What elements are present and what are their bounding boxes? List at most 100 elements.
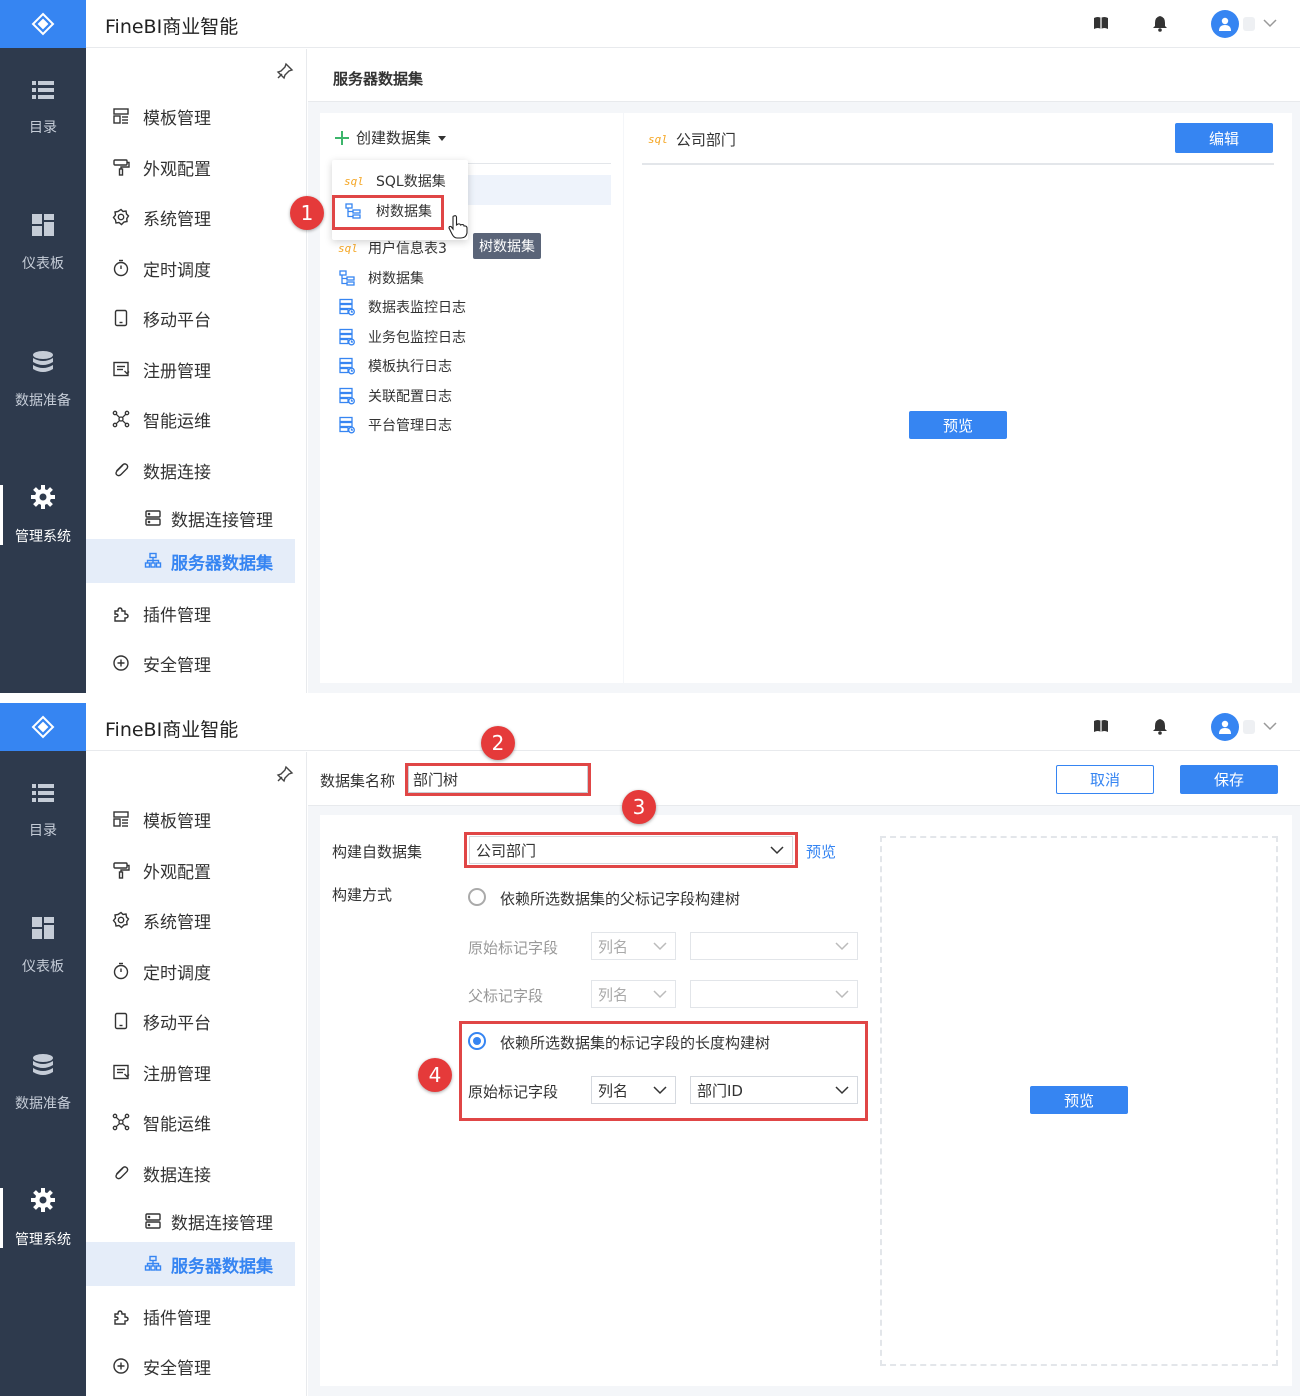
menu-item-4[interactable]: 移动平台 xyxy=(86,999,307,1043)
menu-item-0[interactable]: 模板管理 xyxy=(86,797,307,841)
menu-item-11[interactable]: 安全管理 xyxy=(86,641,307,685)
menu-item-7[interactable]: 数据连接 xyxy=(86,448,307,492)
top-header: FineBI商业智能 xyxy=(86,0,1300,48)
menu-item-8[interactable]: 数据连接管理 xyxy=(86,1199,307,1243)
server-icon xyxy=(143,1211,163,1231)
rail-item-0[interactable]: 目录 xyxy=(0,58,86,158)
menu-item-label: 安全管理 xyxy=(143,655,211,676)
list-icon xyxy=(31,782,55,820)
nav-rail: 目录仪表板数据准备管理系统 xyxy=(0,703,86,1396)
hand-cursor-icon xyxy=(448,215,468,239)
dataset-item[interactable]: 业务包监控日志 xyxy=(338,325,466,349)
username-redacted xyxy=(1243,17,1255,31)
menu-item-2[interactable]: 系统管理 xyxy=(86,195,307,239)
rail-item-2[interactable]: 数据准备 xyxy=(0,1033,86,1133)
menu-item-6[interactable]: 智能运维 xyxy=(86,1100,307,1144)
preview-button[interactable]: 预览 xyxy=(909,411,1007,439)
parent-field-label: 父标记字段 xyxy=(468,987,544,1005)
logo[interactable] xyxy=(0,0,86,48)
divider xyxy=(642,163,1274,165)
menu-item-11[interactable]: 安全管理 xyxy=(86,1344,307,1388)
menu-item-label: 服务器数据集 xyxy=(171,1256,273,1277)
dataset-item[interactable]: 关联配置日志 xyxy=(338,384,452,408)
menu-item-7[interactable]: 数据连接 xyxy=(86,1151,307,1195)
menu-item-4[interactable]: 移动平台 xyxy=(86,296,307,340)
orig-field-label: 原始标记字段 xyxy=(468,939,559,957)
menu-item-label: 插件管理 xyxy=(143,605,211,626)
pin-icon[interactable] xyxy=(276,62,294,80)
edit-button[interactable]: 编辑 xyxy=(1175,123,1273,153)
menu-item-3[interactable]: 定时调度 xyxy=(86,246,307,290)
preview-button[interactable]: 预览 xyxy=(1030,1086,1128,1114)
orig-field-select[interactable] xyxy=(690,932,858,960)
rail-item-label: 目录 xyxy=(29,823,57,839)
menu-item-label: 插件管理 xyxy=(143,1308,211,1329)
parent-field-select[interactable] xyxy=(690,980,858,1008)
menu-item-3[interactable]: 定时调度 xyxy=(86,949,307,993)
menu-item-label: 数据连接 xyxy=(143,1165,211,1186)
menu-item-10[interactable]: 插件管理 xyxy=(86,1294,307,1338)
chevron-down-icon[interactable] xyxy=(1263,18,1277,28)
dataset-item[interactable]: 树数据集 xyxy=(338,266,424,290)
database-icon xyxy=(31,1053,55,1093)
chevron-down-icon[interactable] xyxy=(1263,721,1277,731)
menu-item-8[interactable]: 数据连接管理 xyxy=(86,496,307,540)
source-preview-link[interactable]: 预览 xyxy=(806,841,836,862)
menu-item-label: 外观配置 xyxy=(143,862,211,883)
rail-item-label: 管理系统 xyxy=(15,1232,71,1248)
dataset-item[interactable]: 数据表监控日志 xyxy=(338,295,466,319)
rail-item-1[interactable]: 仪表板 xyxy=(0,896,86,996)
menu-item-label: 模板管理 xyxy=(143,108,211,129)
dataset-item[interactable]: 模板执行日志 xyxy=(338,354,452,378)
dataset-item-label: 数据表监控日志 xyxy=(368,300,466,316)
settings-icon xyxy=(111,910,131,930)
rail-item-0[interactable]: 目录 xyxy=(0,761,86,861)
menu-item-label: 智能运维 xyxy=(143,411,211,432)
rail-item-3[interactable]: 管理系统 xyxy=(0,465,86,565)
menu-item-0[interactable]: 模板管理 xyxy=(86,94,307,138)
menu-item-1[interactable]: 外观配置 xyxy=(86,145,307,189)
avatar[interactable] xyxy=(1211,10,1239,38)
rail-item-2[interactable]: 数据准备 xyxy=(0,330,86,430)
menu-item-5[interactable]: 注册管理 xyxy=(86,347,307,391)
save-button[interactable]: 保存 xyxy=(1180,765,1278,794)
build-method-label: 构建方式 xyxy=(332,886,393,904)
menu-item-label: 模板管理 xyxy=(143,811,211,832)
menu-item-9[interactable]: 服务器数据集 xyxy=(86,539,295,583)
table-log-icon xyxy=(338,298,360,316)
step-badge: 3 xyxy=(622,790,656,824)
menu-item-10[interactable]: 插件管理 xyxy=(86,591,307,635)
brush-icon xyxy=(111,157,131,177)
menu-item-sql-dataset[interactable]: sql SQL数据集 xyxy=(344,168,446,194)
rail-item-3[interactable]: 管理系统 xyxy=(0,1168,86,1268)
divider xyxy=(0,693,1300,703)
menu-item-9[interactable]: 服务器数据集 xyxy=(86,1242,295,1286)
pin-icon[interactable] xyxy=(276,765,294,783)
rail-item-label: 数据准备 xyxy=(15,1096,71,1112)
tooltip: 树数据集 xyxy=(473,233,541,259)
template-icon xyxy=(111,106,131,126)
logo-icon xyxy=(31,12,55,36)
dataset-item[interactable]: 平台管理日志 xyxy=(338,413,452,437)
book-icon[interactable] xyxy=(1092,717,1110,735)
rail-item-label: 仪表板 xyxy=(22,959,64,975)
menu-item-2[interactable]: 系统管理 xyxy=(86,898,307,942)
gear-icon xyxy=(30,1187,56,1229)
menu-item-1[interactable]: 外观配置 xyxy=(86,848,307,892)
orig-field-type-select[interactable]: 列名 xyxy=(591,932,676,960)
radio-parent-field[interactable] xyxy=(468,888,486,906)
bell-icon[interactable] xyxy=(1151,14,1169,32)
book-icon[interactable] xyxy=(1092,14,1110,32)
bell-icon[interactable] xyxy=(1151,717,1169,735)
avatar[interactable] xyxy=(1211,713,1239,741)
menu-item-5[interactable]: 注册管理 xyxy=(86,1050,307,1094)
cancel-button[interactable]: 取消 xyxy=(1056,765,1154,794)
dataset-name: 公司部门 xyxy=(675,131,736,149)
register-icon xyxy=(111,359,131,379)
logo[interactable] xyxy=(0,703,86,751)
create-dataset-button[interactable]: 创建数据集 xyxy=(334,127,447,148)
page-title: 服务器数据集 xyxy=(333,70,424,88)
parent-field-type-select[interactable]: 列名 xyxy=(591,980,676,1008)
rail-item-1[interactable]: 仪表板 xyxy=(0,193,86,293)
menu-item-6[interactable]: 智能运维 xyxy=(86,397,307,441)
